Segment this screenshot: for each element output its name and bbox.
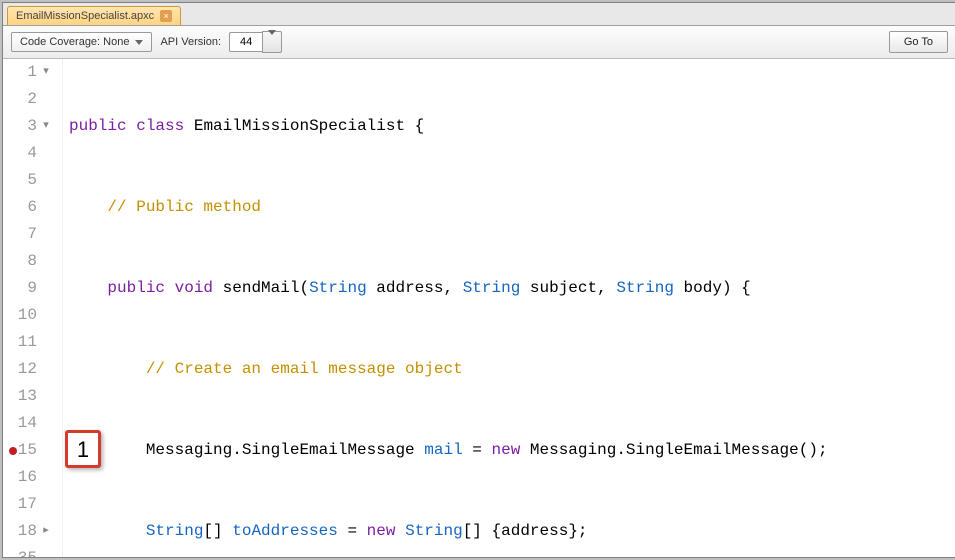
close-icon[interactable]: × <box>160 10 172 22</box>
file-tab-label: EmailMissionSpecialist.apxc <box>16 10 154 22</box>
code-line: public void sendMail(String address, Str… <box>69 275 864 302</box>
code-coverage-label: Code Coverage: None <box>20 36 129 48</box>
fold-open-icon[interactable]: ▾ <box>41 113 51 140</box>
code-line: Messaging.SingleEmailMessage mail = new … <box>69 437 864 464</box>
callout-1: 1 <box>65 430 101 468</box>
gutter-line[interactable]: 7 <box>3 221 54 248</box>
gutter-line[interactable]: 9 <box>3 275 54 302</box>
gutter-line[interactable]: 11 <box>3 329 54 356</box>
callout-text: 1 <box>77 436 89 463</box>
api-version-value: 44 <box>229 32 262 52</box>
fold-open-icon[interactable]: ▾ <box>41 59 51 86</box>
gutter-line[interactable]: 10 <box>3 302 54 329</box>
tab-bar: EmailMissionSpecialist.apxc × <box>3 3 955 26</box>
goto-button-label: Go To <box>904 36 933 48</box>
api-version-label: API Version: <box>160 36 221 48</box>
gutter-line[interactable]: 16 <box>3 464 54 491</box>
gutter-line[interactable]: 35 <box>3 545 54 557</box>
code-line: String[] toAddresses = new String[] {add… <box>69 518 864 545</box>
gutter-line[interactable]: 3▾ <box>3 113 54 140</box>
gutter-line[interactable]: 6 <box>3 194 54 221</box>
toolbar: Code Coverage: None API Version: 44 Go T… <box>3 26 955 59</box>
gutter-line[interactable]: 5 <box>3 167 54 194</box>
code-line: // Create an email message object <box>69 356 864 383</box>
code-content[interactable]: public class EmailMissionSpecialist { //… <box>63 59 864 557</box>
gutter-line[interactable]: 13 <box>3 383 54 410</box>
breakpoint-icon[interactable] <box>9 447 17 455</box>
gutter-line[interactable]: 12 <box>3 356 54 383</box>
gutter-line[interactable]: 14 <box>3 410 54 437</box>
code-coverage-dropdown[interactable]: Code Coverage: None <box>11 32 152 52</box>
goto-button[interactable]: Go To <box>889 31 948 53</box>
chevron-down-icon <box>268 30 276 49</box>
code-area[interactable]: 1 1▾ 2 3▾ 4 5 6 7 8 9 10 11 12 13 14 15 … <box>3 59 955 557</box>
fold-closed-icon[interactable]: ▸ <box>41 518 51 545</box>
code-line: public class EmailMissionSpecialist { <box>69 113 864 140</box>
gutter-line[interactable]: 18▸ <box>3 518 54 545</box>
api-version-dropdown-button[interactable] <box>262 31 282 53</box>
chevron-down-icon <box>135 40 143 45</box>
gutter-line[interactable]: 17 <box>3 491 54 518</box>
gutter-line[interactable]: 8 <box>3 248 54 275</box>
editor-frame: EmailMissionSpecialist.apxc × Code Cover… <box>2 2 955 558</box>
gutter-line[interactable]: 2 <box>3 86 54 113</box>
gutter-line[interactable]: 4 <box>3 140 54 167</box>
code-line: // Public method <box>69 194 864 221</box>
gutter-line[interactable]: 1▾ <box>3 59 54 86</box>
api-version-select[interactable]: 44 <box>229 31 282 53</box>
file-tab[interactable]: EmailMissionSpecialist.apxc × <box>7 6 181 25</box>
gutter-line[interactable]: 15 <box>3 437 54 464</box>
gutter: 1▾ 2 3▾ 4 5 6 7 8 9 10 11 12 13 14 15 16… <box>3 59 63 557</box>
